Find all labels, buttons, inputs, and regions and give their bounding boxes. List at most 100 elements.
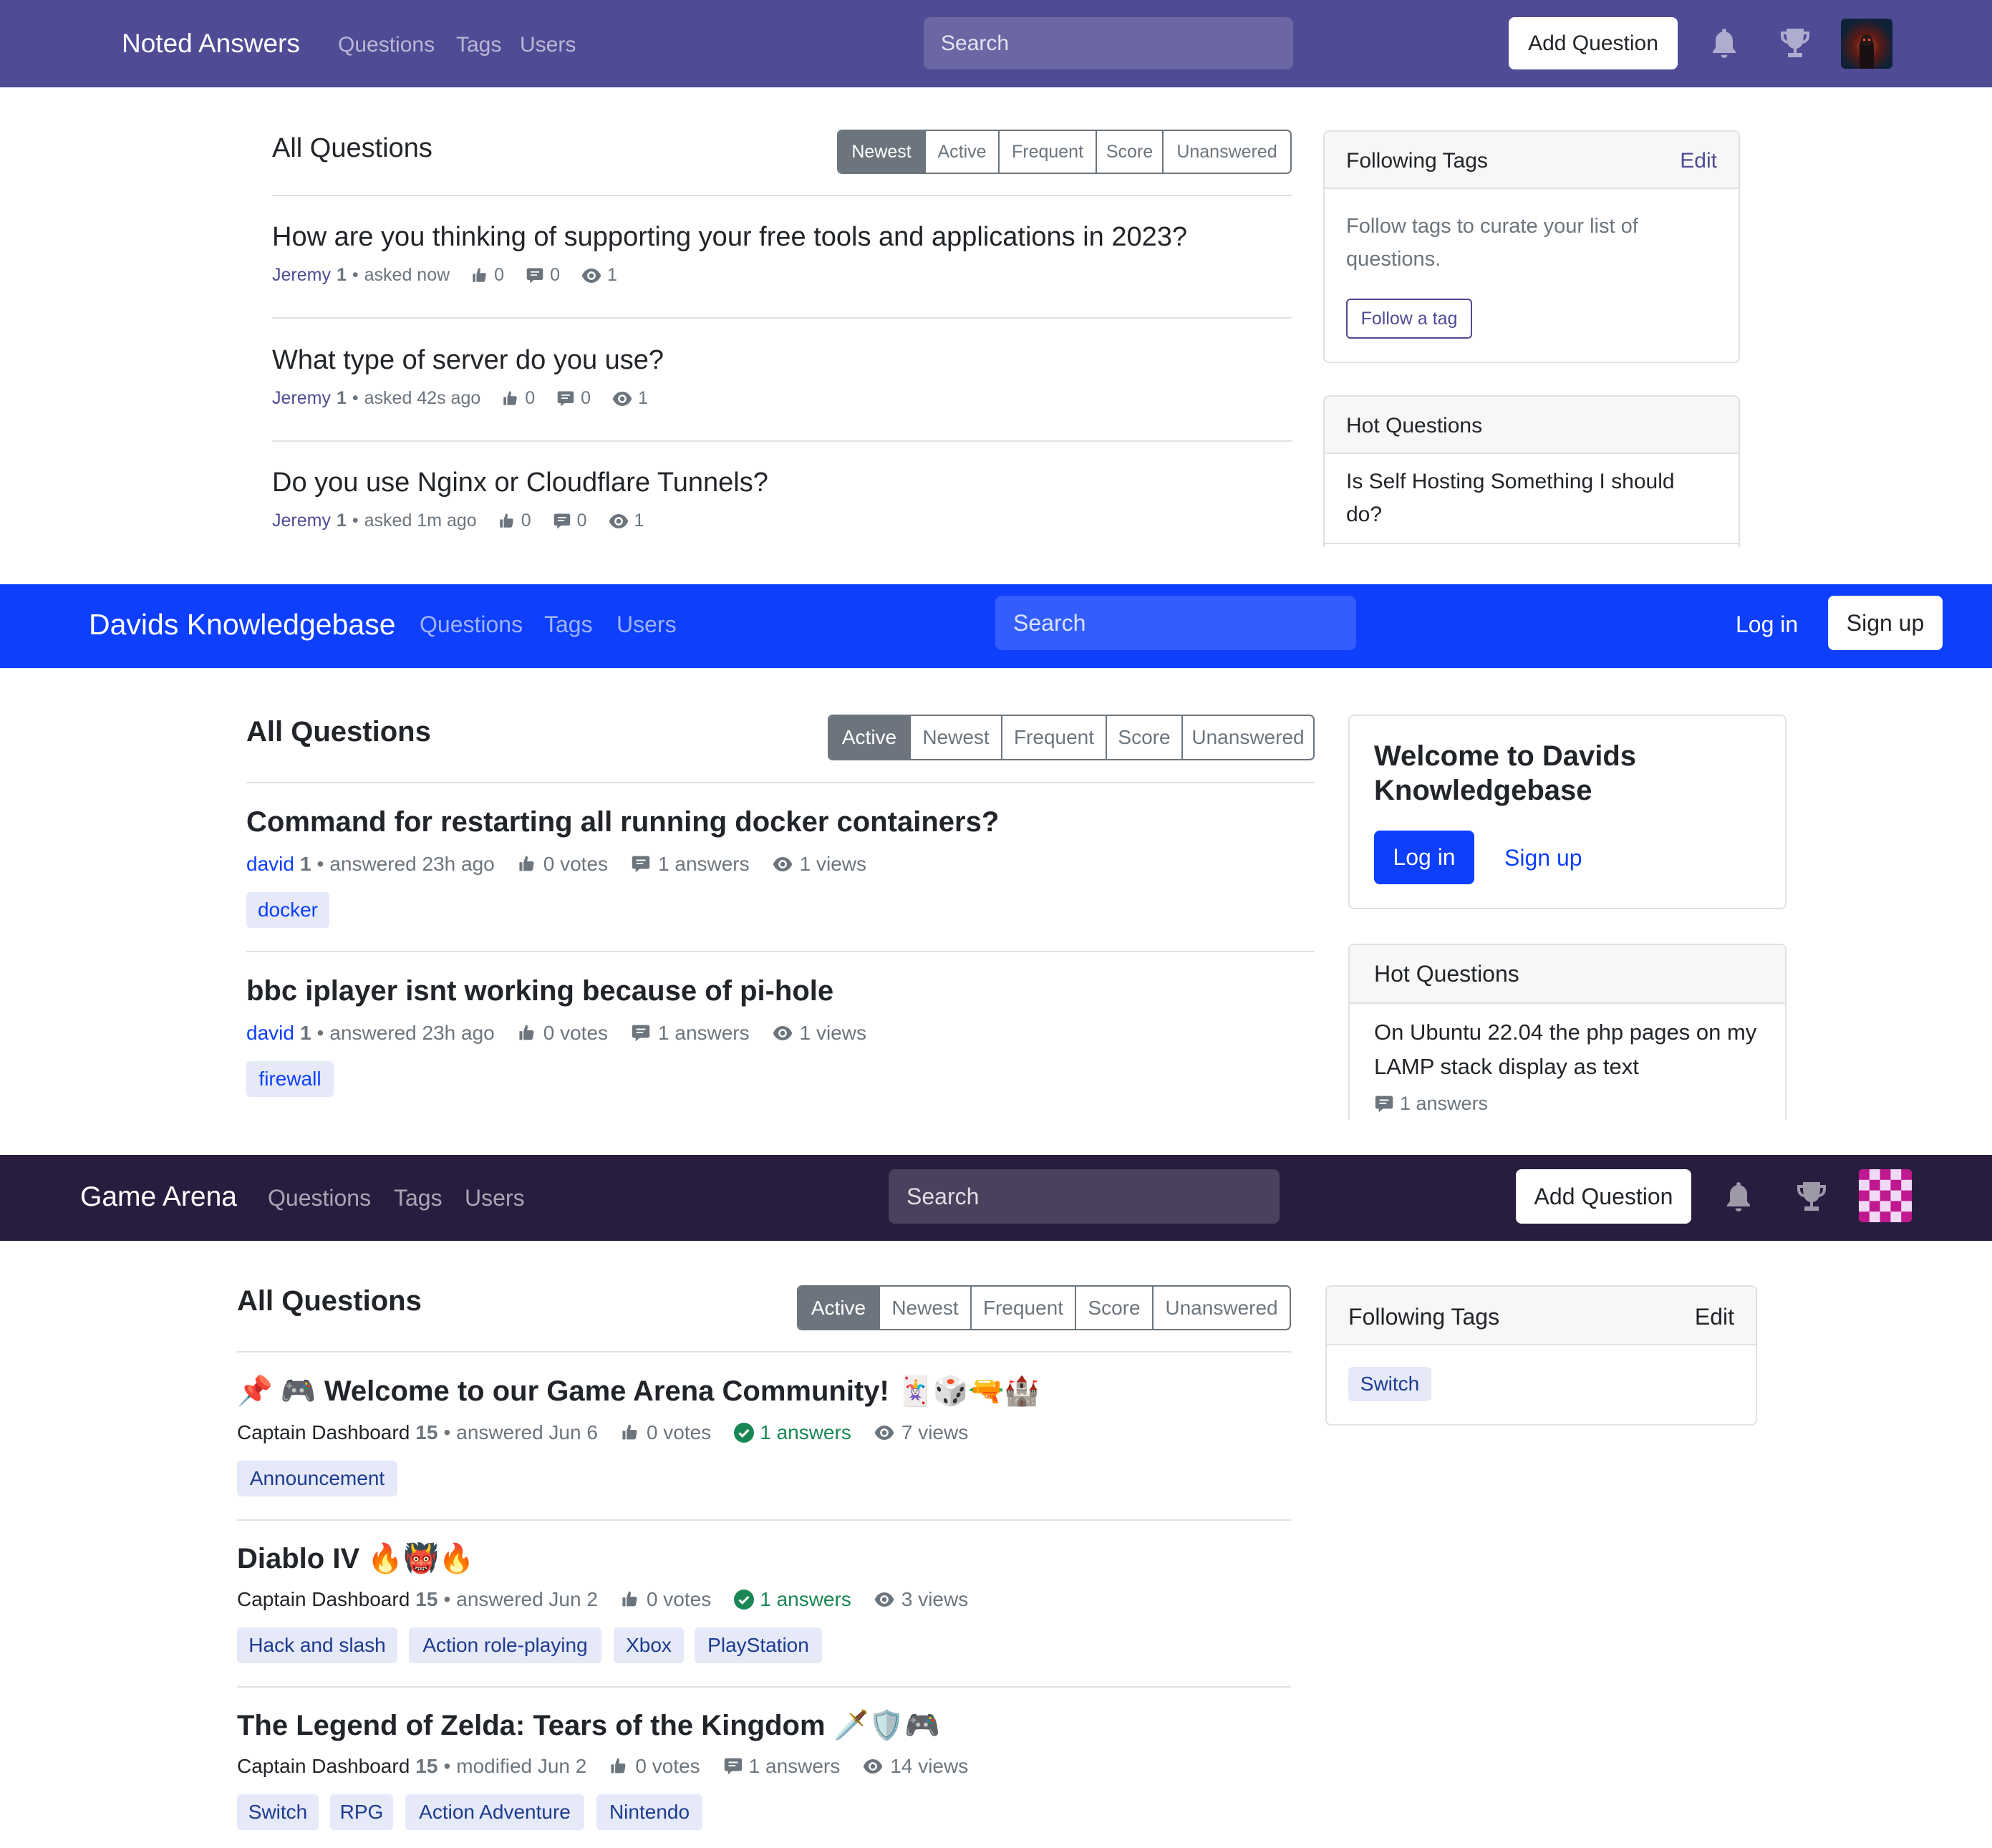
brand-logo[interactable]: Noted Answers — [122, 29, 300, 59]
bell-icon[interactable] — [1723, 1179, 1754, 1215]
tag-switch[interactable]: Switch — [237, 1794, 319, 1830]
hot-questions-card: Hot Questions On Ubuntu 22.04 the php pa… — [1348, 944, 1786, 1120]
nav-questions[interactable]: Questions — [268, 1185, 371, 1211]
votes-count: 0 votes — [646, 1421, 712, 1443]
author-reputation: 1 — [336, 388, 347, 408]
question-author[interactable]: Jeremy — [272, 265, 331, 286]
answers-stat: 1 answers — [631, 853, 750, 876]
nav-questions[interactable]: Questions — [338, 33, 435, 57]
nav-users[interactable]: Users — [617, 611, 677, 638]
question-author[interactable]: Jeremy — [272, 388, 331, 409]
filter-score[interactable]: Score — [1096, 131, 1162, 173]
trophy-icon[interactable] — [1794, 1179, 1829, 1215]
comment-icon — [724, 1758, 742, 1775]
card-title: Hot Questions — [1346, 414, 1483, 437]
views-stat: 7 views — [874, 1421, 968, 1444]
hot-question-link-2[interactable]: do? — [1346, 503, 1382, 527]
bell-icon[interactable] — [1708, 26, 1740, 62]
views-stat: 1 views — [773, 853, 866, 876]
welcome-login-button[interactable]: Log in — [1374, 831, 1474, 884]
search-input[interactable]: Search — [995, 596, 1356, 650]
tag-xbox[interactable]: Xbox — [614, 1627, 684, 1663]
hot-question-link[interactable]: Is Self Hosting Something I should — [1346, 470, 1675, 494]
filter-newest[interactable]: Newest — [879, 1287, 970, 1329]
user-avatar[interactable] — [1859, 1169, 1912, 1222]
add-question-button[interactable]: Add Question — [1509, 17, 1678, 69]
tag-firewall[interactable]: firewall — [246, 1061, 334, 1097]
filter-unanswered[interactable]: Unanswered — [1152, 1287, 1290, 1329]
tag-hack-and-slash[interactable]: Hack and slash — [237, 1627, 397, 1663]
meta-separator: • — [443, 1421, 451, 1443]
user-avatar[interactable] — [1841, 19, 1892, 69]
follow-tag-button[interactable]: Follow a tag — [1346, 299, 1472, 339]
card-header: Following Tags Edit — [1325, 132, 1739, 189]
question-title[interactable]: 📌 🎮 Welcome to our Game Arena Community!… — [237, 1374, 1040, 1408]
question-title[interactable]: bbc iplayer isnt working because of pi-h… — [246, 975, 833, 1007]
nav-tags[interactable]: Tags — [456, 33, 501, 57]
filter-active[interactable]: Active — [798, 1287, 879, 1329]
filter-newest[interactable]: Newest — [838, 131, 924, 173]
edit-tags-link[interactable]: Edit — [1680, 149, 1717, 173]
answers-count: 1 answers — [748, 1755, 841, 1777]
question-author[interactable]: Jeremy — [272, 511, 331, 531]
page-title: All Questions — [246, 716, 431, 748]
filter-frequent[interactable]: Frequent — [970, 1287, 1075, 1329]
views-stat: 1 — [609, 511, 644, 531]
question-title[interactable]: Command for restarting all running docke… — [246, 806, 999, 838]
tag-action-adventure[interactable]: Action Adventure — [405, 1794, 584, 1830]
author-reputation: 1 — [336, 265, 347, 285]
brand-logo[interactable]: Game Arena — [80, 1181, 237, 1213]
filter-unanswered[interactable]: Unanswered — [1181, 716, 1313, 759]
edit-tags-link[interactable]: Edit — [1695, 1304, 1734, 1330]
add-question-button[interactable]: Add Question — [1516, 1169, 1691, 1224]
brand-logo[interactable]: Davids Knowledgebase — [89, 608, 396, 642]
filter-score[interactable]: Score — [1106, 716, 1181, 759]
eye-icon — [863, 1759, 883, 1774]
hot-question-link[interactable]: On Ubuntu 22.04 the php pages on my — [1374, 1020, 1756, 1045]
search-input[interactable]: Search — [889, 1169, 1280, 1224]
nav-tags[interactable]: Tags — [394, 1185, 443, 1211]
question-title[interactable]: How are you thinking of supporting your … — [272, 222, 1187, 253]
question-title[interactable]: The Legend of Zelda: Tears of the Kingdo… — [237, 1708, 940, 1742]
divider — [272, 317, 1292, 319]
filter-active[interactable]: Active — [924, 131, 998, 173]
sort-filter-group: Active Newest Frequent Score Unanswered — [797, 1285, 1291, 1330]
question-author[interactable]: david — [246, 853, 294, 876]
welcome-signup-link[interactable]: Sign up — [1504, 845, 1582, 871]
eye-icon — [874, 1592, 894, 1607]
trophy-icon[interactable] — [1777, 26, 1813, 62]
search-input[interactable]: Search — [924, 17, 1293, 69]
tag-rpg[interactable]: RPG — [330, 1794, 393, 1830]
signup-button[interactable]: Sign up — [1828, 596, 1943, 650]
filter-score[interactable]: Score — [1075, 1287, 1152, 1329]
tag-playstation[interactable]: PlayStation — [695, 1627, 822, 1663]
question-author[interactable]: Captain Dashboard — [237, 1588, 410, 1611]
question-title[interactable]: Do you use Nginx or Cloudflare Tunnels? — [272, 468, 768, 498]
question-title[interactable]: Diablo IV 🔥👹🔥 — [237, 1542, 475, 1575]
nav-users[interactable]: Users — [465, 1185, 525, 1211]
tag-announcement[interactable]: Announcement — [237, 1461, 397, 1496]
filter-frequent[interactable]: Frequent — [998, 131, 1096, 173]
nav-tags[interactable]: Tags — [544, 611, 593, 638]
filter-newest[interactable]: Newest — [909, 716, 1001, 759]
question-author[interactable]: david — [246, 1022, 294, 1045]
nav-questions[interactable]: Questions — [420, 611, 523, 638]
question-activity: answered Jun 6 — [456, 1421, 598, 1443]
filter-active[interactable]: Active — [829, 716, 909, 759]
tag-nintendo[interactable]: Nintendo — [596, 1794, 702, 1830]
followed-tag-switch[interactable]: Switch — [1348, 1367, 1431, 1401]
hot-question-link-2[interactable]: LAMP stack display as text — [1374, 1054, 1639, 1080]
game-arena-panel: Game Arena Questions Tags Users Search A… — [0, 1155, 1992, 1848]
filter-frequent[interactable]: Frequent — [1001, 716, 1106, 759]
author-reputation: 1 — [299, 853, 311, 875]
divider — [237, 1519, 1291, 1521]
question-title[interactable]: What type of server do you use? — [272, 345, 664, 376]
filter-unanswered[interactable]: Unanswered — [1162, 131, 1290, 173]
question-author[interactable]: Captain Dashboard — [237, 1755, 410, 1778]
tag-action-role-playing[interactable]: Action role-playing — [409, 1627, 601, 1663]
eye-icon — [773, 857, 792, 871]
nav-users[interactable]: Users — [520, 33, 576, 57]
question-author[interactable]: Captain Dashboard — [237, 1421, 410, 1444]
login-link[interactable]: Log in — [1736, 611, 1798, 638]
tag-docker[interactable]: docker — [246, 892, 329, 928]
